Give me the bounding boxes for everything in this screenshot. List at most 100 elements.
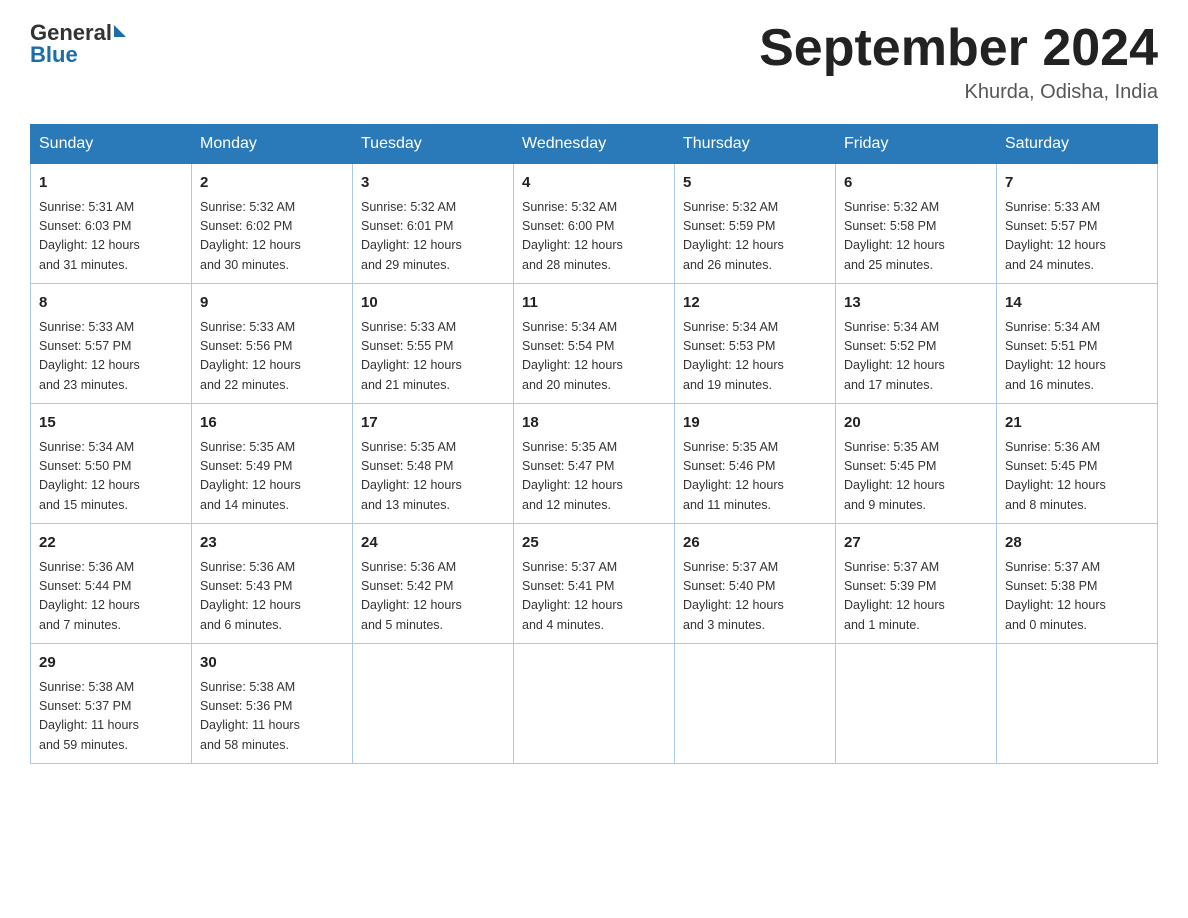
day-number: 25 [522, 532, 666, 555]
day-number: 8 [39, 292, 183, 315]
calendar-week-5: 29 Sunrise: 5:38 AMSunset: 5:37 PMDayligh… [31, 644, 1158, 764]
calendar-week-3: 15Sunrise: 5:34 AMSunset: 5:50 PMDayligh… [31, 404, 1158, 524]
calendar-cell [675, 644, 836, 764]
header-monday: Monday [192, 125, 353, 164]
day-info: Sunrise: 5:36 AMSunset: 5:43 PMDaylight:… [200, 558, 344, 636]
day-info: Sunrise: 5:35 AMSunset: 5:46 PMDaylight:… [683, 438, 827, 516]
day-info: Sunrise: 5:33 AMSunset: 5:57 PMDaylight:… [1005, 198, 1149, 276]
calendar-cell: 7 Sunrise: 5:33 AMSunset: 5:57 PMDaylight… [997, 164, 1158, 284]
day-number: 7 [1005, 172, 1149, 195]
day-info: Sunrise: 5:35 AMSunset: 5:45 PMDaylight:… [844, 438, 988, 516]
day-info: Sunrise: 5:37 AMSunset: 5:41 PMDaylight:… [522, 558, 666, 636]
calendar-cell: 24 Sunrise: 5:36 AMSunset: 5:42 PMDayligh… [353, 524, 514, 644]
calendar-cell: 27 Sunrise: 5:37 AMSunset: 5:39 PMDayligh… [836, 524, 997, 644]
day-info: Sunrise: 5:36 AMSunset: 5:42 PMDaylight:… [361, 558, 505, 636]
day-number: 18 [522, 412, 666, 435]
header-saturday: Saturday [997, 125, 1158, 164]
calendar-cell: 11 Sunrise: 5:34 AMSunset: 5:54 PMDayligh… [514, 284, 675, 404]
day-info: Sunrise: 5:37 AMSunset: 5:40 PMDaylight:… [683, 558, 827, 636]
day-number: 1 [39, 172, 183, 195]
day-number: 24 [361, 532, 505, 555]
day-number: 5 [683, 172, 827, 195]
calendar-cell: 10Sunrise: 5:33 AMSunset: 5:55 PMDayligh… [353, 284, 514, 404]
day-number: 12 [683, 292, 827, 315]
calendar-cell: 20 Sunrise: 5:35 AMSunset: 5:45 PMDayligh… [836, 404, 997, 524]
day-number: 21 [1005, 412, 1149, 435]
calendar-cell: 15Sunrise: 5:34 AMSunset: 5:50 PMDayligh… [31, 404, 192, 524]
header-thursday: Thursday [675, 125, 836, 164]
day-info: Sunrise: 5:35 AMSunset: 5:49 PMDaylight:… [200, 438, 344, 516]
calendar-cell: 13 Sunrise: 5:34 AMSunset: 5:52 PMDayligh… [836, 284, 997, 404]
day-info: Sunrise: 5:34 AMSunset: 5:52 PMDaylight:… [844, 318, 988, 396]
calendar-cell: 9Sunrise: 5:33 AMSunset: 5:56 PMDaylight… [192, 284, 353, 404]
logo-arrow-icon [114, 25, 126, 37]
day-number: 22 [39, 532, 183, 555]
calendar-cell: 30Sunrise: 5:38 AMSunset: 5:36 PMDayligh… [192, 644, 353, 764]
day-info: Sunrise: 5:38 AMSunset: 5:37 PMDaylight:… [39, 678, 183, 756]
calendar-cell: 14 Sunrise: 5:34 AMSunset: 5:51 PMDayligh… [997, 284, 1158, 404]
title-section: September 2024 Khurda, Odisha, India [759, 20, 1158, 104]
day-number: 4 [522, 172, 666, 195]
calendar-cell: 3 Sunrise: 5:32 AMSunset: 6:01 PMDaylight… [353, 164, 514, 284]
day-number: 20 [844, 412, 988, 435]
day-number: 9 [200, 292, 344, 315]
calendar-week-2: 8 Sunrise: 5:33 AMSunset: 5:57 PMDaylight… [31, 284, 1158, 404]
calendar-cell: 22 Sunrise: 5:36 AMSunset: 5:44 PMDayligh… [31, 524, 192, 644]
calendar-cell: 17Sunrise: 5:35 AMSunset: 5:48 PMDayligh… [353, 404, 514, 524]
day-number: 6 [844, 172, 988, 195]
day-number: 16 [200, 412, 344, 435]
calendar-table: SundayMondayTuesdayWednesdayThursdayFrid… [30, 124, 1158, 764]
day-number: 29 [39, 652, 183, 675]
header-tuesday: Tuesday [353, 125, 514, 164]
day-number: 30 [200, 652, 344, 675]
calendar-cell: 12 Sunrise: 5:34 AMSunset: 5:53 PMDayligh… [675, 284, 836, 404]
calendar-cell [353, 644, 514, 764]
calendar-week-1: 1 Sunrise: 5:31 AMSunset: 6:03 PMDaylight… [31, 164, 1158, 284]
calendar-cell [997, 644, 1158, 764]
day-info: Sunrise: 5:32 AMSunset: 5:59 PMDaylight:… [683, 198, 827, 276]
day-number: 28 [1005, 532, 1149, 555]
day-info: Sunrise: 5:34 AMSunset: 5:54 PMDaylight:… [522, 318, 666, 396]
day-info: Sunrise: 5:35 AMSunset: 5:47 PMDaylight:… [522, 438, 666, 516]
day-number: 15 [39, 412, 183, 435]
day-info: Sunrise: 5:34 AMSunset: 5:53 PMDaylight:… [683, 318, 827, 396]
day-info: Sunrise: 5:32 AMSunset: 6:02 PMDaylight:… [200, 198, 344, 276]
logo: General Blue [30, 20, 126, 68]
calendar-cell: 19Sunrise: 5:35 AMSunset: 5:46 PMDayligh… [675, 404, 836, 524]
month-title: September 2024 [759, 20, 1158, 77]
day-number: 17 [361, 412, 505, 435]
logo-blue-text: Blue [30, 42, 78, 68]
calendar-cell: 18 Sunrise: 5:35 AMSunset: 5:47 PMDayligh… [514, 404, 675, 524]
day-info: Sunrise: 5:37 AMSunset: 5:39 PMDaylight:… [844, 558, 988, 636]
day-number: 2 [200, 172, 344, 195]
day-info: Sunrise: 5:32 AMSunset: 6:01 PMDaylight:… [361, 198, 505, 276]
day-info: Sunrise: 5:36 AMSunset: 5:44 PMDaylight:… [39, 558, 183, 636]
calendar-cell: 4 Sunrise: 5:32 AMSunset: 6:00 PMDaylight… [514, 164, 675, 284]
location-text: Khurda, Odisha, India [759, 81, 1158, 104]
day-info: Sunrise: 5:32 AMSunset: 6:00 PMDaylight:… [522, 198, 666, 276]
day-info: Sunrise: 5:34 AMSunset: 5:51 PMDaylight:… [1005, 318, 1149, 396]
page-header: General Blue September 2024 Khurda, Odis… [30, 20, 1158, 104]
day-number: 10 [361, 292, 505, 315]
calendar-cell: 28 Sunrise: 5:37 AMSunset: 5:38 PMDayligh… [997, 524, 1158, 644]
calendar-header-row: SundayMondayTuesdayWednesdayThursdayFrid… [31, 125, 1158, 164]
calendar-cell: 26 Sunrise: 5:37 AMSunset: 5:40 PMDayligh… [675, 524, 836, 644]
day-number: 13 [844, 292, 988, 315]
calendar-cell: 6Sunrise: 5:32 AMSunset: 5:58 PMDaylight… [836, 164, 997, 284]
day-number: 27 [844, 532, 988, 555]
calendar-cell: 23Sunrise: 5:36 AMSunset: 5:43 PMDayligh… [192, 524, 353, 644]
calendar-cell: 29 Sunrise: 5:38 AMSunset: 5:37 PMDayligh… [31, 644, 192, 764]
day-number: 14 [1005, 292, 1149, 315]
header-sunday: Sunday [31, 125, 192, 164]
day-info: Sunrise: 5:33 AMSunset: 5:57 PMDaylight:… [39, 318, 183, 396]
day-number: 26 [683, 532, 827, 555]
calendar-cell: 21Sunrise: 5:36 AMSunset: 5:45 PMDayligh… [997, 404, 1158, 524]
day-info: Sunrise: 5:37 AMSunset: 5:38 PMDaylight:… [1005, 558, 1149, 636]
calendar-cell: 16 Sunrise: 5:35 AMSunset: 5:49 PMDayligh… [192, 404, 353, 524]
calendar-cell [836, 644, 997, 764]
calendar-cell: 8 Sunrise: 5:33 AMSunset: 5:57 PMDaylight… [31, 284, 192, 404]
day-info: Sunrise: 5:31 AMSunset: 6:03 PMDaylight:… [39, 198, 183, 276]
day-number: 3 [361, 172, 505, 195]
calendar-week-4: 22 Sunrise: 5:36 AMSunset: 5:44 PMDayligh… [31, 524, 1158, 644]
day-number: 11 [522, 292, 666, 315]
